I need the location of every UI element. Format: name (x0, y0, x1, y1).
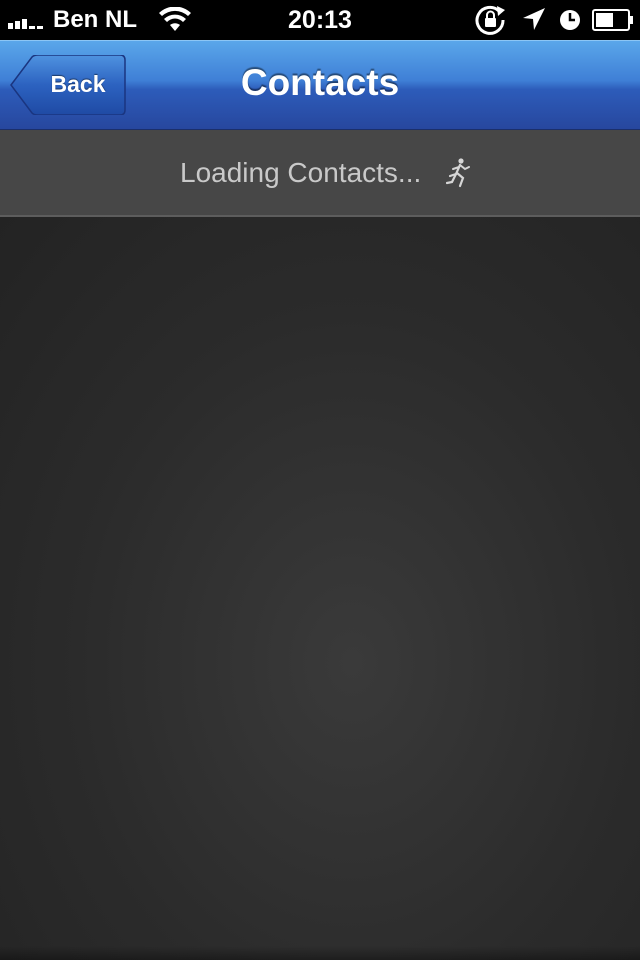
location-icon (523, 8, 545, 30)
bottom-shadow (0, 946, 640, 960)
runner-icon (446, 158, 470, 188)
back-button[interactable]: Back (10, 55, 126, 115)
loading-text: Loading Contacts... (180, 157, 422, 188)
back-button-label: Back (50, 71, 106, 97)
navigation-bar: Back Contacts (0, 40, 640, 130)
status-bar: Ben NL 20:13 (0, 0, 640, 40)
page-title: Contacts (240, 62, 400, 103)
rotation-lock-icon (475, 5, 505, 35)
alarm-icon (560, 10, 580, 30)
loading-row: Loading Contacts... (0, 130, 640, 217)
contacts-list-area (0, 217, 640, 960)
battery-icon (592, 9, 633, 31)
screen: Ben NL 20:13 Back Contacts Loading Conta… (0, 0, 640, 960)
